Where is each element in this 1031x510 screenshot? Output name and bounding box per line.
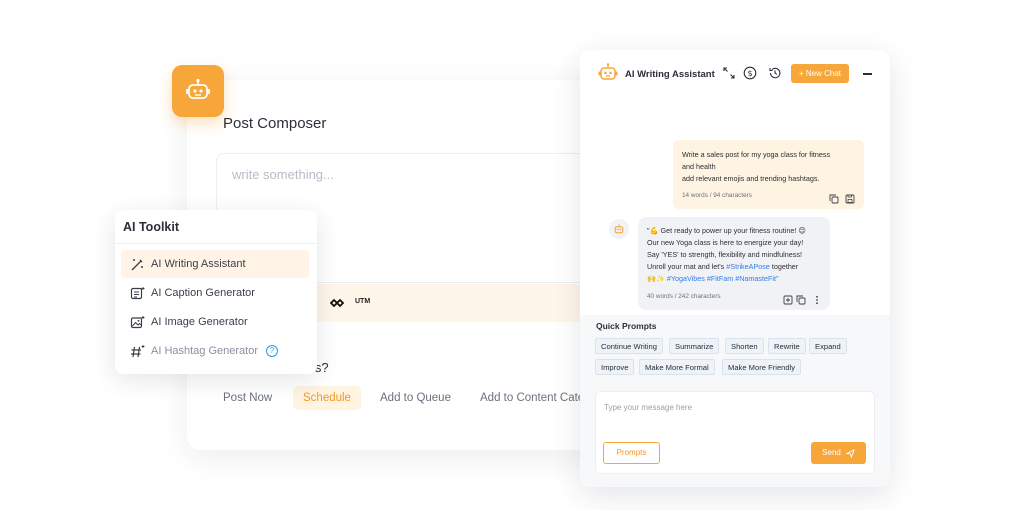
assistant-message-count: 40 words / 242 characters: [647, 293, 721, 300]
schedule-option[interactable]: Schedule: [293, 386, 361, 410]
expand-icon[interactable]: [722, 66, 736, 80]
post-text-placeholder: write something...: [232, 167, 334, 182]
quick-prompt-make-more-formal[interactable]: Make More Formal: [639, 359, 715, 375]
toolkit-item-label: AI Hashtag Generator: [151, 345, 259, 357]
robot-icon: [597, 63, 619, 88]
assistant-message-text: Unroll your mat and let's: [647, 262, 725, 271]
caption-icon: [129, 285, 145, 301]
prompts-button[interactable]: Prompts: [603, 442, 660, 464]
toolkit-item-image-generator[interactable]: AI Image Generator: [121, 308, 309, 336]
utm-button[interactable]: UTM: [355, 298, 370, 305]
robot-icon: [614, 224, 624, 233]
quick-prompt-improve[interactable]: Improve: [595, 359, 635, 375]
post-now-option[interactable]: Post Now: [213, 386, 282, 410]
assistant-message-line: Unroll your mat and let's #StrikeAPose t…: [647, 262, 798, 271]
svg-text:$: $: [747, 69, 752, 78]
save-icon[interactable]: [845, 191, 855, 204]
send-icon: [845, 448, 855, 458]
send-button-label: Send: [822, 448, 841, 457]
robot-icon: [186, 78, 210, 99]
copy-icon[interactable]: [829, 191, 839, 204]
assistant-message-line: Our new Yoga class is here to energize y…: [647, 238, 804, 247]
add-to-content-calendar-option[interactable]: Add to Content Cate: [470, 386, 594, 410]
hashtag-link[interactable]: #StrikeAPose: [726, 262, 770, 271]
assistant-message-text: together: [771, 262, 799, 271]
toolkit-item-label: AI Image Generator: [151, 316, 248, 328]
add-to-queue-option[interactable]: Add to Queue: [370, 386, 461, 410]
user-message-count: 14 words / 94 characters: [682, 192, 752, 199]
new-chat-button[interactable]: + New Chat: [791, 64, 849, 83]
toolkit-item-caption-generator[interactable]: AI Caption Generator: [121, 279, 309, 307]
user-message-bubble: Write a sales post for my yoga class for…: [673, 140, 864, 209]
message-input-placeholder: Type your message here: [604, 403, 693, 412]
assistant-message-emoji: 🙌✨: [647, 274, 665, 283]
quick-prompts-title: Quick Prompts: [596, 321, 657, 331]
toolkit-item-hashtag-generator[interactable]: AI Hashtag Generator ?: [121, 337, 309, 365]
composer-title: Post Composer: [223, 115, 327, 132]
ai-assistant-chat-window: AI Writing Assistant $ + New Chat Write …: [580, 50, 890, 487]
insert-icon[interactable]: [783, 292, 793, 305]
toolkit-item-label: AI Writing Assistant: [151, 258, 246, 270]
robot-badge: [172, 65, 224, 117]
hashtag-links[interactable]: #YogaVibes #FitFam #NamasteFit": [667, 274, 779, 283]
minimize-button[interactable]: [863, 73, 872, 75]
magic-wand-icon: [129, 256, 145, 272]
more-options-icon[interactable]: [812, 292, 822, 305]
user-message-line: and health: [682, 162, 716, 171]
chat-title: AI Writing Assistant: [625, 69, 715, 80]
assistant-message-bubble: "💪 Get ready to power up your fitness ro…: [638, 217, 830, 310]
link-shortener-icon[interactable]: [329, 297, 345, 311]
quick-prompt-make-more-friendly[interactable]: Make More Friendly: [722, 359, 802, 375]
hashtag-icon: [129, 343, 145, 359]
quick-prompt-continue-writing[interactable]: Continue Writing: [595, 338, 663, 354]
assistant-message-line: "💪 Get ready to power up your fitness ro…: [647, 226, 806, 235]
quick-prompt-rewrite[interactable]: Rewrite: [768, 338, 806, 354]
history-icon[interactable]: [768, 66, 782, 80]
quick-prompt-summarize[interactable]: Summarize: [669, 338, 720, 354]
image-sparkle-icon: [129, 314, 145, 330]
send-button[interactable]: Send: [811, 442, 866, 464]
quick-prompt-shorten[interactable]: Shorten: [725, 338, 764, 354]
toolkit-item-label: AI Caption Generator: [151, 287, 255, 299]
user-message-line: add relevant emojis and trending hashtag…: [682, 174, 820, 183]
toolkit-title: AI Toolkit: [123, 220, 180, 234]
quick-prompt-expand[interactable]: Expand: [809, 338, 847, 354]
credits-icon[interactable]: $: [743, 66, 757, 80]
assistant-message-line: 🙌✨ #YogaVibes #FitFam #NamasteFit": [647, 274, 779, 283]
ai-toolkit-panel: AI Toolkit AI Writing Assistant AI Capti…: [115, 210, 317, 374]
copy-icon[interactable]: [796, 292, 806, 305]
assistant-message-line: Say 'YES' to strength, flexibility and m…: [647, 250, 802, 259]
toolkit-divider: [115, 243, 317, 244]
toolkit-item-writing-assistant[interactable]: AI Writing Assistant: [121, 250, 309, 278]
help-icon[interactable]: ?: [266, 345, 279, 357]
user-message-line: Write a sales post for my yoga class for…: [682, 150, 831, 159]
bot-avatar: [609, 219, 629, 239]
